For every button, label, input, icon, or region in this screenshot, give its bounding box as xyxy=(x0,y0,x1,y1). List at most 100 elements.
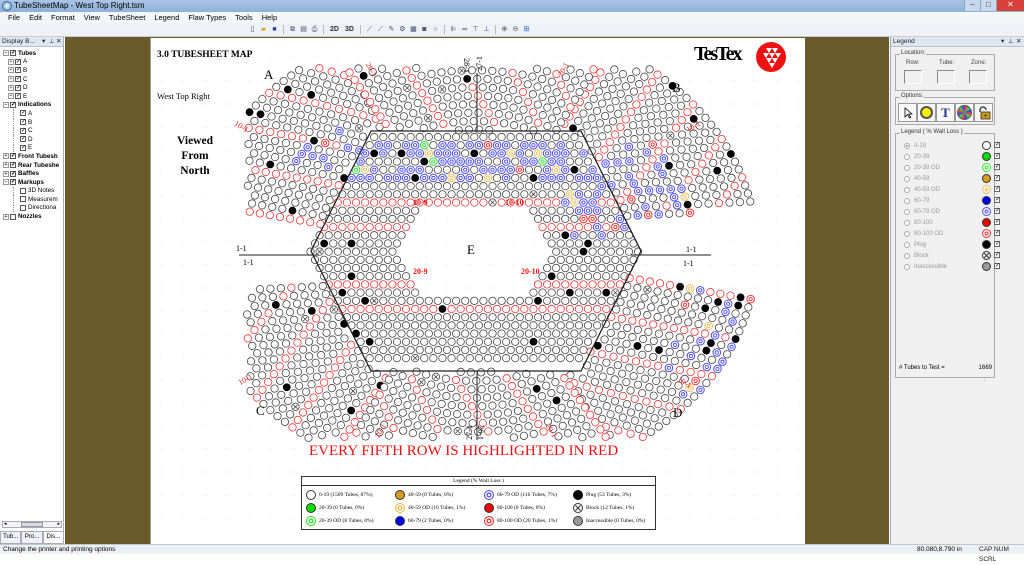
menu-view[interactable]: View xyxy=(84,13,100,22)
legend-radio[interactable] xyxy=(904,153,910,160)
new-icon[interactable]: ▯ xyxy=(248,25,257,34)
scroll-right-icon[interactable]: ▸ xyxy=(57,522,60,527)
legend-visible-checkbox[interactable]: ✓ xyxy=(994,175,1000,181)
expand-icon[interactable]: + xyxy=(3,153,9,160)
pin-icon[interactable]: ⊥ xyxy=(49,37,55,47)
fit-icon[interactable]: ⊞ xyxy=(522,25,531,34)
legend-visible-checkbox[interactable]: ✓ xyxy=(994,219,1000,225)
tree-node[interactable]: + Nozzles xyxy=(0,212,63,221)
menu-help[interactable]: Help xyxy=(262,13,277,22)
zoom-out-icon[interactable]: ⊖ xyxy=(511,25,520,34)
link-icon[interactable]: ⟋ xyxy=(365,25,374,34)
legend-radio[interactable] xyxy=(904,197,910,204)
circle-icon[interactable]: ○ xyxy=(431,25,440,34)
tree-node[interactable]: + ✓ A xyxy=(0,58,63,67)
legend-radio[interactable] xyxy=(904,175,910,182)
view-3d-button[interactable]: 3D xyxy=(343,26,356,33)
align-left-icon[interactable]: ⊫ xyxy=(449,25,458,34)
expand-icon[interactable]: + xyxy=(3,213,9,220)
tree-node[interactable]: + ✓ Front Tubesh xyxy=(0,152,63,161)
tree-node[interactable]: 3D Notes xyxy=(0,186,63,196)
legend-item[interactable]: Block ✓ xyxy=(904,250,1019,261)
close-button[interactable]: ✕ xyxy=(996,0,1024,11)
wand-icon[interactable]: ✎ xyxy=(387,25,396,34)
legend-visible-checkbox[interactable]: ✓ xyxy=(994,197,1000,203)
legend-item[interactable]: 80-100 ✓ xyxy=(904,217,1019,228)
tree-node[interactable]: + ✓ C xyxy=(0,75,63,84)
tree-node[interactable]: Directiona xyxy=(0,203,63,213)
align-top-icon[interactable]: ⊤ xyxy=(471,25,480,34)
tree-checkbox[interactable]: ✓ xyxy=(15,67,21,74)
legend-item[interactable]: 20-39 OD ✓ xyxy=(904,162,1019,173)
tube-paint-icon[interactable] xyxy=(917,103,936,122)
tree-node[interactable]: − ✓ Markups xyxy=(0,178,63,187)
tab-tubes[interactable]: Tub... xyxy=(0,531,22,544)
tree-checkbox[interactable]: ✓ xyxy=(20,127,26,134)
tree-node[interactable]: + ✓ B xyxy=(0,66,63,75)
tree-node[interactable]: + ✓ Baffles xyxy=(0,169,63,178)
pattern-icon[interactable] xyxy=(955,103,974,122)
tree-node[interactable]: ✓ D xyxy=(0,135,63,144)
table-icon[interactable]: ▦ xyxy=(409,25,418,34)
tree-node[interactable]: + ✓ E xyxy=(0,92,63,101)
tree-checkbox[interactable]: ✓ xyxy=(15,93,21,100)
tree-node[interactable]: ✓ B xyxy=(0,118,63,127)
expand-icon[interactable]: + xyxy=(3,170,9,177)
tree-checkbox[interactable] xyxy=(20,196,26,203)
tree-node[interactable]: ✓ A xyxy=(0,109,63,118)
gear-icon[interactable]: ⚙ xyxy=(398,25,407,34)
zoom-in-icon[interactable]: ⊕ xyxy=(500,25,509,34)
legend-radio[interactable] xyxy=(904,164,910,171)
legend-visible-checkbox[interactable]: ✓ xyxy=(994,263,1000,269)
tree-checkbox[interactable] xyxy=(10,213,16,220)
legend-radio[interactable] xyxy=(904,186,910,193)
camera-icon[interactable]: ◙ xyxy=(420,25,429,34)
collapse-icon[interactable]: − xyxy=(3,179,9,186)
legend-radio[interactable] xyxy=(904,263,910,270)
expand-icon[interactable]: + xyxy=(3,162,9,169)
copy-icon[interactable]: ⧉ xyxy=(288,25,297,34)
expand-icon[interactable]: + xyxy=(8,76,14,83)
tree-checkbox[interactable]: ✓ xyxy=(20,110,26,117)
legend-item[interactable]: 60-79 OD ✓ xyxy=(904,206,1019,217)
horizontal-scrollbar[interactable]: ◂ ▸ xyxy=(2,521,62,528)
dropdown-icon[interactable]: ▾ xyxy=(42,37,45,47)
legend-radio[interactable] xyxy=(904,208,910,215)
legend-visible-checkbox[interactable]: ✓ xyxy=(994,142,1000,148)
tree-checkbox[interactable]: ✓ xyxy=(10,50,16,57)
legend-radio[interactable] xyxy=(904,219,910,226)
tree-node[interactable]: + ✓ D xyxy=(0,83,63,92)
tree-node[interactable]: + ✓ Rear Tubeshe xyxy=(0,161,63,170)
tree-checkbox[interactable]: ✓ xyxy=(10,101,16,108)
tubesheet-map[interactable] xyxy=(151,38,806,544)
tree-checkbox[interactable]: ✓ xyxy=(10,179,16,186)
legend-item[interactable]: 20-39 ✓ xyxy=(904,151,1019,162)
tree-node[interactable]: Measurem xyxy=(0,195,63,204)
legend-item[interactable]: 40-59 ✓ xyxy=(904,173,1019,184)
tree-checkbox[interactable]: ✓ xyxy=(10,170,16,177)
legend-visible-checkbox[interactable]: ✓ xyxy=(994,186,1000,192)
legend-visible-checkbox[interactable]: ✓ xyxy=(994,241,1000,247)
legend-radio[interactable] xyxy=(904,230,910,237)
open-icon[interactable]: ▰ xyxy=(259,25,268,34)
text-icon[interactable]: T xyxy=(936,103,955,122)
save-icon[interactable]: ■ xyxy=(270,25,279,34)
collapse-icon[interactable]: − xyxy=(3,101,9,108)
menu-legend[interactable]: Legend xyxy=(154,13,179,22)
align-right-icon[interactable]: ⫤ xyxy=(460,25,469,34)
menu-flaw-types[interactable]: Flaw Types xyxy=(188,13,226,22)
legend-radio[interactable] xyxy=(904,252,910,259)
scroll-left-icon[interactable]: ◂ xyxy=(4,522,7,527)
legend-visible-checkbox[interactable]: ✓ xyxy=(994,252,1000,258)
tree-node[interactable]: ✓ E xyxy=(0,143,63,153)
paste-icon[interactable]: ▤ xyxy=(299,25,308,34)
expand-icon[interactable]: + xyxy=(8,58,14,65)
tree-checkbox[interactable]: ✓ xyxy=(20,136,26,143)
tree-node[interactable]: ✓ C xyxy=(0,126,63,135)
close-icon[interactable]: ✕ xyxy=(1016,37,1021,47)
close-icon[interactable]: ✕ xyxy=(56,37,61,47)
legend-visible-checkbox[interactable]: ✓ xyxy=(994,230,1000,236)
tree-node[interactable]: − ✓ Tubes xyxy=(0,49,63,58)
scroll-thumb[interactable] xyxy=(21,522,43,527)
tree-checkbox[interactable]: ✓ xyxy=(20,119,26,126)
